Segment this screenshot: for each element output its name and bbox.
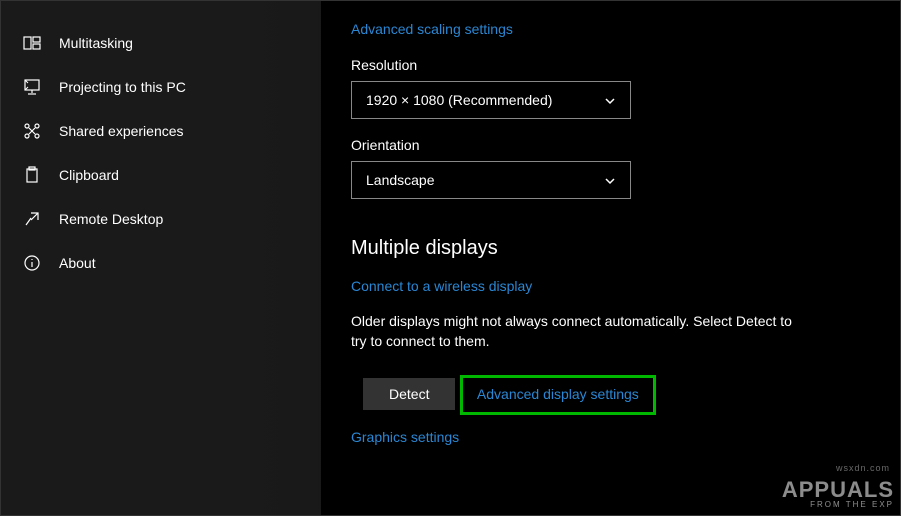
sidebar-item-about[interactable]: About [1,241,321,285]
orientation-label: Orientation [351,137,900,153]
wireless-display-link[interactable]: Connect to a wireless display [351,278,532,294]
watermark-main: APPUALS [782,477,894,502]
sidebar-item-remote-desktop[interactable]: Remote Desktop [1,197,321,241]
settings-sidebar: Multitasking Projecting to this PC Share… [1,1,321,515]
older-displays-text: Older displays might not always connect … [351,312,811,351]
sidebar-item-label: Multitasking [59,35,133,51]
sidebar-item-label: Projecting to this PC [59,79,186,95]
detect-button[interactable]: Detect [363,378,455,410]
shared-experiences-icon [23,122,41,140]
sidebar-item-shared-experiences[interactable]: Shared experiences [1,109,321,153]
sidebar-item-label: Shared experiences [59,123,184,139]
multiple-displays-heading: Multiple displays [351,237,900,260]
orientation-dropdown[interactable]: Landscape [351,161,631,199]
watermark-sub: FROM THE EXP [782,501,894,509]
sidebar-item-clipboard[interactable]: Clipboard [1,153,321,197]
resolution-label: Resolution [351,57,900,73]
projecting-icon [23,78,41,96]
sidebar-item-label: Clipboard [59,167,119,183]
settings-content: Advanced scaling settings Resolution 192… [321,1,900,515]
graphics-settings-link[interactable]: Graphics settings [351,429,459,445]
source-tag: wsxdn.com [836,463,890,473]
chevron-down-icon [604,174,616,186]
sidebar-item-label: About [59,255,96,271]
resolution-value: 1920 × 1080 (Recommended) [366,92,552,108]
watermark: APPUALS FROM THE EXP [782,479,894,509]
resolution-dropdown[interactable]: 1920 × 1080 (Recommended) [351,81,631,119]
advanced-scaling-link[interactable]: Advanced scaling settings [351,21,513,37]
advanced-display-link[interactable]: Advanced display settings [477,386,639,402]
sidebar-item-multitasking[interactable]: Multitasking [1,21,321,65]
sidebar-item-projecting[interactable]: Projecting to this PC [1,65,321,109]
highlighted-box: Advanced display settings [460,375,656,415]
about-icon [23,254,41,272]
clipboard-icon [23,166,41,184]
chevron-down-icon [604,94,616,106]
sidebar-item-label: Remote Desktop [59,211,163,227]
multitasking-icon [23,34,41,52]
remote-desktop-icon [23,210,41,228]
orientation-value: Landscape [366,172,435,188]
